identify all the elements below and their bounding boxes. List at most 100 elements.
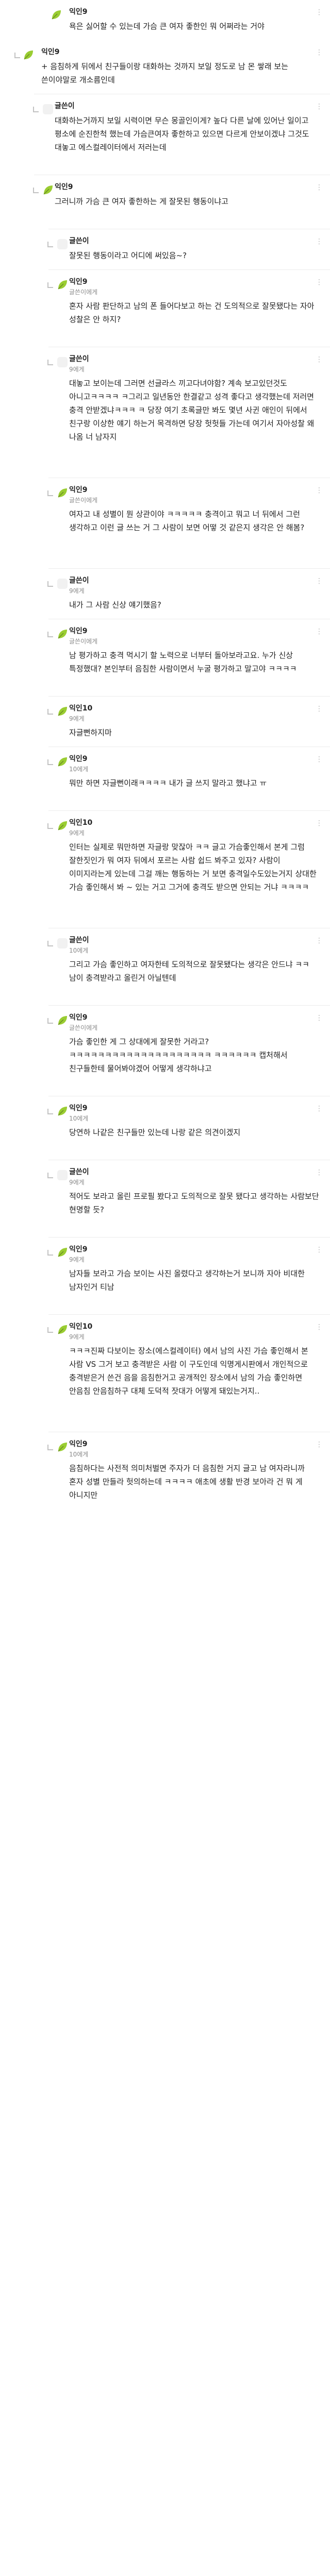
leaf-avatar[interactable] bbox=[56, 705, 69, 718]
comment-item: 익인9 + 음침하게 뒤에서 친구들이랑 대화하는 것까지 보일 정도로 남 몬 … bbox=[0, 40, 330, 94]
leaf-avatar[interactable] bbox=[56, 486, 69, 500]
more-options-icon[interactable]: ⋮ bbox=[316, 8, 323, 16]
reply-target: 9에게 bbox=[69, 715, 85, 722]
reply-arrow-icon bbox=[33, 107, 39, 112]
more-options-icon[interactable]: ⋮ bbox=[316, 1440, 323, 1449]
more-options-icon[interactable]: ⋮ bbox=[316, 705, 323, 713]
blank-avatar[interactable] bbox=[56, 1168, 69, 1182]
comment-item: 익인9 글쓴이에게 남 평가하고 충격 먹시기 할 노력으로 너부터 돌아보라고요.… bbox=[47, 619, 330, 696]
reply-arrow-icon bbox=[47, 823, 53, 829]
comment-author[interactable]: 익인10 bbox=[69, 704, 321, 713]
more-options-icon[interactable]: ⋮ bbox=[316, 48, 323, 57]
comment-time bbox=[69, 1427, 321, 1432]
comment-body: 가슴 좋인한 게 그 상대에게 잘못한 거라고? ㅋㅋㅋㅋㅋㅋㅋㅋㅋㅋㅋㅋㅋㅋㅋ… bbox=[69, 1037, 290, 1073]
leaf-avatar[interactable] bbox=[56, 1323, 69, 1336]
reply-arrow-icon bbox=[47, 242, 53, 247]
leaf-avatar[interactable] bbox=[56, 628, 69, 641]
comment-author[interactable]: 익인9 bbox=[69, 7, 321, 16]
more-options-icon[interactable]: ⋮ bbox=[316, 628, 323, 636]
comment-author[interactable]: 글쓴이 bbox=[69, 236, 321, 246]
comment-author[interactable]: 글쓴이 bbox=[69, 354, 321, 364]
leaf-avatar[interactable] bbox=[56, 1246, 69, 1259]
reply-arrow-icon bbox=[47, 709, 53, 715]
reply-target: 9에게 bbox=[69, 1256, 85, 1263]
leaf-avatar[interactable] bbox=[56, 755, 69, 769]
comment-item: 익인9 그러니까 가슴 큰 여자 좋한하는 게 잘못된 행동이냐고 ⋮ bbox=[33, 175, 330, 229]
blank-avatar[interactable] bbox=[56, 577, 69, 590]
comment-author[interactable]: 익인9 bbox=[69, 1013, 321, 1022]
more-options-icon[interactable]: ⋮ bbox=[316, 238, 323, 246]
reply-arrow-icon bbox=[33, 188, 39, 193]
more-options-icon[interactable]: ⋮ bbox=[316, 577, 323, 585]
comment-body: 그리고 가슴 좋인하고 여자한테 도의적으로 잘못됐다는 생각은 안드냐 ㅋㅋ … bbox=[69, 960, 312, 982]
more-options-icon[interactable]: ⋮ bbox=[316, 486, 323, 495]
leaf-avatar[interactable] bbox=[56, 819, 69, 833]
comment-item: 글쓴이 9에게 대놓고 보이는데 그러면 선글라스 끼고다녀야함? 계속 보고있던것… bbox=[47, 347, 330, 478]
blank-avatar[interactable] bbox=[56, 355, 69, 369]
comment-item: 익인9 10에게 뭐만 하면 자글뻔이래ㅋㅋㅋㅋ 내가 글 쓰지 말라고 했냐고 ㅠ… bbox=[47, 747, 330, 810]
blank-avatar[interactable] bbox=[56, 937, 69, 950]
reply-arrow-icon bbox=[47, 759, 53, 765]
comment-time bbox=[69, 1517, 321, 1522]
more-options-icon[interactable]: ⋮ bbox=[316, 1323, 323, 1331]
comment-time bbox=[69, 691, 321, 696]
more-options-icon[interactable]: ⋮ bbox=[316, 278, 323, 286]
blank-avatar[interactable] bbox=[56, 238, 69, 251]
comment-body: 욕은 싫어할 수 있는데 가슴 큰 여자 좋한인 뭐 어쩌라는 거야 bbox=[69, 22, 265, 31]
more-options-icon[interactable]: ⋮ bbox=[316, 183, 323, 192]
more-options-icon[interactable]: ⋮ bbox=[316, 1168, 323, 1177]
more-options-icon[interactable]: ⋮ bbox=[316, 937, 323, 945]
comment-body: 남자들 보라고 가슴 보이는 사진 올렸다고 생각하는거 보니까 자아 비대한 … bbox=[69, 1269, 307, 1292]
comment-time bbox=[55, 170, 321, 175]
comment-author[interactable]: 익인9 bbox=[55, 182, 321, 192]
reply-arrow-icon bbox=[47, 581, 53, 587]
more-options-icon[interactable]: ⋮ bbox=[316, 103, 323, 111]
comment-item: 글쓴이 9에게 내가 그 사람 신상 얘기했음? ⋮ bbox=[47, 568, 330, 619]
comment-body: 그러니까 가슴 큰 여자 좋한하는 게 잘못된 행동이냐고 bbox=[55, 197, 228, 206]
leaf-avatar[interactable] bbox=[56, 278, 69, 292]
leaf-avatar[interactable] bbox=[41, 183, 55, 197]
comment-item: 익인9 욕은 싫어할 수 있는데 가슴 큰 여자 좋한인 뭐 어쩌라는 거야 ⋮ bbox=[0, 0, 330, 40]
leaf-avatar[interactable] bbox=[22, 48, 35, 62]
comment-time bbox=[69, 1000, 321, 1005]
comment-author[interactable]: 익인9 bbox=[69, 485, 321, 495]
comment-author[interactable]: 익인9 bbox=[41, 47, 321, 57]
comment-author[interactable]: 글쓴이 bbox=[69, 936, 321, 945]
comment-author[interactable]: 글쓴이 bbox=[69, 1167, 321, 1177]
more-options-icon[interactable]: ⋮ bbox=[316, 819, 323, 827]
comment-author[interactable]: 익인9 bbox=[69, 1245, 321, 1254]
more-options-icon[interactable]: ⋮ bbox=[316, 1014, 323, 1022]
more-options-icon[interactable]: ⋮ bbox=[316, 755, 323, 764]
comment-body: 남 평가하고 충격 먹시기 할 노력으로 너부터 돌아보라고요. 누가 신상 특… bbox=[69, 651, 297, 673]
more-options-icon[interactable]: ⋮ bbox=[316, 1246, 323, 1254]
comment-body: 혼자 사람 판단하고 남의 폰 들어다보고 하는 건 도의적으로 잘못됐다는 자… bbox=[69, 301, 317, 324]
comment-time bbox=[69, 614, 321, 619]
comment-author[interactable]: 익인9 bbox=[69, 626, 321, 636]
comment-author[interactable]: 익인10 bbox=[69, 1322, 321, 1331]
reply-target: 글쓴이에게 bbox=[69, 497, 98, 504]
comment-author[interactable]: 익인9 bbox=[69, 277, 321, 286]
reply-arrow-icon bbox=[47, 1327, 53, 1333]
reply-target: 10에게 bbox=[69, 947, 89, 954]
comment-time bbox=[69, 342, 321, 347]
leaf-avatar[interactable] bbox=[50, 8, 63, 22]
comment-author[interactable]: 글쓴이 bbox=[69, 576, 321, 585]
leaf-avatar[interactable] bbox=[56, 1440, 69, 1454]
comment-item: 글쓴이 10에게그리고 가슴 좋인하고 여자한테 도의적으로 잘못됐다는 생각은 … bbox=[47, 928, 330, 1005]
comment-time bbox=[69, 563, 321, 568]
reply-target: 9에게 bbox=[69, 1179, 85, 1186]
comment-author[interactable]: 익인10 bbox=[69, 818, 321, 827]
comment-body: 인터는 실제로 뭐만하면 자글랑 맞잖아 ㅋㅋ 글고 가슴좋인해서 본게 그럼 … bbox=[69, 842, 319, 892]
more-options-icon[interactable]: ⋮ bbox=[316, 355, 323, 364]
reply-arrow-icon bbox=[47, 1250, 53, 1256]
comment-item: 익인9 글쓴이에게 가슴 좋인한 게 그 상대에게 잘못한 거라고? ㅋㅋㅋㅋㅋㅋㅋ… bbox=[47, 1005, 330, 1096]
comment-body: 내가 그 사람 신상 얘기했음? bbox=[69, 600, 161, 609]
blank-avatar[interactable] bbox=[41, 103, 55, 116]
comment-author[interactable]: 익인9 bbox=[69, 754, 321, 764]
comment-author[interactable]: 익인9 bbox=[69, 1104, 321, 1113]
leaf-avatar[interactable] bbox=[56, 1014, 69, 1027]
more-options-icon[interactable]: ⋮ bbox=[316, 1105, 323, 1113]
comment-author[interactable]: 글쓴이 bbox=[55, 101, 321, 111]
leaf-avatar[interactable] bbox=[56, 1105, 69, 1118]
comment-author[interactable]: 익인9 bbox=[69, 1439, 321, 1449]
